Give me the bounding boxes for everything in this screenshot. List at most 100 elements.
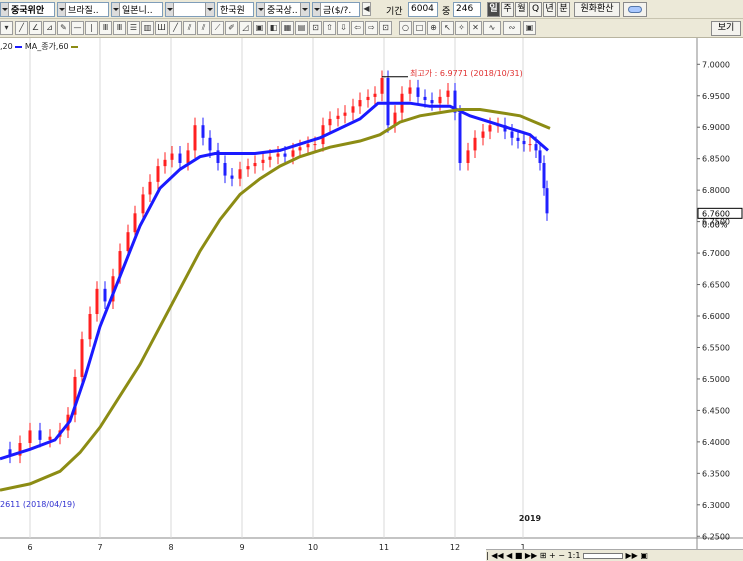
rectangle-icon[interactable]: ▣ bbox=[253, 21, 266, 35]
period-month-button[interactable]: 월 bbox=[515, 2, 528, 17]
vertical-line-icon[interactable]: | bbox=[85, 21, 98, 35]
symbol-combo-3[interactable]: 일본니.. bbox=[111, 2, 163, 17]
count-input[interactable]: 246 bbox=[453, 2, 481, 17]
high-price-annotation: 최고가 : 6.9771 (2018/10/31) bbox=[410, 69, 523, 78]
candle-body bbox=[522, 140, 526, 145]
candle-body bbox=[373, 93, 377, 97]
period-quarter-button[interactable]: Q bbox=[529, 2, 542, 17]
grid-lines-icon[interactable]: ☰ bbox=[127, 21, 140, 35]
eraser-icon[interactable]: ✕ bbox=[469, 21, 482, 35]
candle-body bbox=[156, 166, 160, 182]
dropdown-arrow-icon[interactable]: ▾ bbox=[0, 21, 13, 35]
prev-arrow-button[interactable]: ◀ bbox=[362, 2, 371, 16]
cursor-icon[interactable]: ↖ bbox=[441, 21, 454, 35]
expand-icon[interactable]: ⊡ bbox=[379, 21, 392, 35]
y-tick-label: 6.5000 bbox=[702, 375, 730, 384]
candle-body bbox=[170, 153, 174, 160]
arrow-left-icon[interactable]: ⇦ bbox=[351, 21, 364, 35]
wave-alt-icon[interactable]: ∾ bbox=[503, 21, 521, 35]
channel-icon[interactable]: ▥ bbox=[141, 21, 154, 35]
period-input[interactable]: 6004 bbox=[408, 2, 438, 17]
price-chart[interactable]: 7.0000 6.9500 6.9000 6.8500 6.8000 6.7500 6.70… bbox=[0, 38, 743, 561]
fan-icon[interactable]: Ш bbox=[155, 21, 168, 35]
color-icon[interactable]: ◧ bbox=[267, 21, 280, 35]
andrews-icon[interactable]: ⟋ bbox=[211, 21, 224, 35]
symbol-combo-text: 한국원 bbox=[220, 6, 245, 16]
circle-icon[interactable]: ○ bbox=[399, 21, 412, 35]
prev-page-icon[interactable]: ◀ bbox=[506, 551, 512, 560]
fibonacci-icon[interactable]: Ⅲ bbox=[113, 21, 126, 35]
zoom-out-icon[interactable]: − bbox=[558, 551, 565, 560]
wave-icon[interactable]: ∿ bbox=[483, 21, 501, 35]
symbol-combo-1[interactable]: 중국위안 bbox=[0, 2, 55, 17]
chart-canvas[interactable]: 7.00006.95006.90006.85006.80006.75006.70… bbox=[0, 38, 743, 561]
symbol-combo-5[interactable]: 한국원 bbox=[217, 2, 254, 17]
scroll-end-icon[interactable]: ▶▶ bbox=[626, 551, 638, 560]
x-tick-label: 11 bbox=[379, 543, 389, 552]
dropdown-arrow-icon[interactable] bbox=[205, 3, 214, 16]
box-icon[interactable]: □ bbox=[413, 21, 426, 35]
arc-icon[interactable]: ╱ bbox=[169, 21, 182, 35]
period-year-button[interactable]: 년 bbox=[543, 2, 556, 17]
speed-line-icon[interactable]: ⫽ bbox=[183, 21, 196, 35]
trendline-icon[interactable]: ╱ bbox=[15, 21, 28, 35]
candle-body bbox=[538, 150, 542, 163]
symbol-combo-4[interactable] bbox=[165, 2, 215, 17]
symbol-combo-2[interactable]: 브라질.. bbox=[57, 2, 109, 17]
next-page-icon[interactable]: ▶▶ bbox=[525, 551, 537, 560]
toggle-icon bbox=[628, 6, 642, 13]
arrow-down-icon[interactable]: ⇩ bbox=[337, 21, 350, 35]
candle-body bbox=[386, 78, 390, 126]
zoom-icon[interactable]: ⊕ bbox=[427, 21, 440, 35]
arrow-up-icon[interactable]: ⇧ bbox=[323, 21, 336, 35]
x-tick-label: 12 bbox=[450, 543, 460, 552]
stop-icon[interactable]: ■ bbox=[515, 551, 523, 560]
dropdown-arrow-icon[interactable] bbox=[112, 3, 120, 16]
ray-icon[interactable]: ⊿ bbox=[43, 21, 56, 35]
dropdown-arrow-icon[interactable] bbox=[257, 3, 265, 16]
symbol-combo-text: 중국상.. bbox=[267, 6, 298, 16]
dropdown-arrow-icon[interactable] bbox=[58, 3, 66, 16]
properties-icon[interactable]: ▤ bbox=[295, 21, 308, 35]
count-label: 중 bbox=[442, 7, 451, 17]
x-tick-label: 9 bbox=[239, 543, 244, 552]
save-icon[interactable]: ▣ bbox=[523, 21, 536, 35]
won-convert-button[interactable]: 원화환산 bbox=[574, 2, 620, 17]
view-button[interactable]: 보기 bbox=[711, 21, 741, 36]
horizontal-line-icon[interactable]: — bbox=[71, 21, 84, 35]
toggle-button[interactable] bbox=[623, 2, 647, 17]
y-tick-label: 6.8000 bbox=[702, 186, 730, 195]
first-page-icon[interactable]: ◀◀ bbox=[491, 551, 503, 560]
gann-icon[interactable]: ⫽ bbox=[197, 21, 210, 35]
symbol-combo-7[interactable]: 금($/?. bbox=[312, 2, 360, 17]
text-icon[interactable]: ⊡ bbox=[309, 21, 322, 35]
candle-body bbox=[438, 96, 442, 104]
candle-body bbox=[534, 144, 538, 151]
chart-image-icon[interactable]: ▦ bbox=[281, 21, 294, 35]
symbol-combo-6[interactable]: 중국상.. bbox=[256, 2, 310, 17]
arrow-right-icon[interactable]: ⇨ bbox=[365, 21, 378, 35]
angle-line-icon[interactable]: ∠ bbox=[29, 21, 42, 35]
candle-body bbox=[545, 188, 549, 214]
dropdown-arrow-icon[interactable] bbox=[166, 3, 174, 16]
scroll-slider[interactable] bbox=[582, 552, 623, 559]
chart-type-icon[interactable]: ⊞ bbox=[540, 551, 547, 560]
dropdown-arrow-icon[interactable] bbox=[1, 3, 9, 16]
ma-short-label: ,20 bbox=[0, 42, 13, 51]
settings-icon[interactable]: ▣ bbox=[640, 551, 648, 560]
triangle-icon[interactable]: ◿ bbox=[239, 21, 252, 35]
candle-body bbox=[298, 147, 302, 151]
y-tick-label: 6.2500 bbox=[702, 532, 730, 541]
pen-icon[interactable]: ✎ bbox=[57, 21, 70, 35]
period-week-button[interactable]: 주 bbox=[501, 2, 514, 17]
period-day-button[interactable]: 일 bbox=[487, 2, 500, 17]
symbol-combo-text: 일본니.. bbox=[122, 6, 153, 16]
dropdown-arrow-icon[interactable] bbox=[300, 3, 309, 16]
dropdown-arrow-icon[interactable] bbox=[313, 3, 321, 16]
parallel-lines-icon[interactable]: Ⅲ bbox=[99, 21, 112, 35]
brush-icon[interactable]: ✐ bbox=[225, 21, 238, 35]
zoom-in-icon[interactable]: + bbox=[549, 551, 556, 560]
candle-body bbox=[366, 96, 370, 101]
crosshair-icon[interactable]: ✧ bbox=[455, 21, 468, 35]
period-minute-button[interactable]: 분 bbox=[557, 2, 570, 17]
